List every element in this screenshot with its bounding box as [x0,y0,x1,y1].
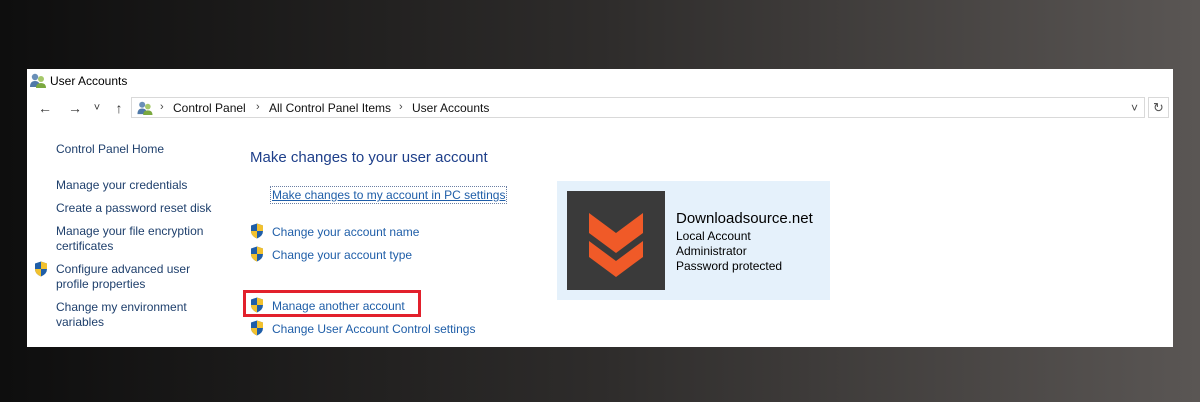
breadcrumb-control-panel[interactable]: Control Panel [173,101,246,115]
sidebar-item-label: Change my environment [56,300,187,314]
sidebar-item-label: variables [56,315,105,329]
back-button[interactable]: ← [36,97,54,119]
up-arrow-icon: ↑ [115,100,123,116]
page-title: Make changes to your user account [250,149,488,166]
uac-shield-icon [251,320,263,336]
forward-button[interactable]: → [66,97,84,119]
sidebar-item-manage-credentials[interactable]: Manage your credentials [56,178,187,193]
sidebar-item-label: profile properties [56,277,146,291]
change-account-type-link[interactable]: Change your account type [272,248,412,263]
breadcrumb-all-items[interactable]: All Control Panel Items [269,101,391,115]
chevron-down-icon: ˅ [93,102,101,114]
title-bar: User Accounts [27,69,1173,93]
window-title: User Accounts [50,74,128,88]
refresh-icon: ↻ [1153,99,1164,115]
uac-settings-link[interactable]: Change User Account Control settings [272,322,475,337]
pc-settings-link[interactable]: Make changes to my account in PC setting… [269,186,508,204]
user-accounts-icon [30,73,46,88]
user-accounts-window: User Accounts ← → ˅ ↑ .nav-btn{top:28px;… [27,69,1173,347]
account-role: Administrator [676,244,747,258]
downloadsource-logo-icon [589,213,643,277]
breadcrumb-separator[interactable]: › [160,101,164,113]
back-arrow-icon: ← [38,100,52,116]
up-button[interactable]: ↑ [110,97,128,119]
uac-shield-icon [35,261,47,277]
account-card: Downloadsource.net Local Account Adminis… [557,181,830,300]
address-dropdown-icon[interactable]: ˅ [1131,101,1138,115]
sidebar-item-control-panel-home[interactable]: Control Panel Home [56,142,164,157]
breadcrumb-separator[interactable]: › [399,101,403,113]
avatar [567,191,665,290]
uac-shield-icon [251,246,263,262]
sidebar-item-label: Configure advanced user [56,262,191,276]
breadcrumb-user-accounts[interactable]: User Accounts [412,101,489,115]
uac-shield-icon [251,223,263,239]
breadcrumb-separator[interactable]: › [256,101,260,113]
forward-arrow-icon: → [68,100,82,116]
account-name: Downloadsource.net [676,210,813,227]
account-type: Local Account [676,229,751,243]
sidebar-item-label: certificates [56,239,114,253]
address-bar[interactable]: › Control Panel › All Control Panel Item… [131,97,1145,118]
highlight-annotation [243,290,421,317]
user-accounts-icon [137,101,153,116]
account-password-status: Password protected [676,259,783,273]
sidebar-item-label: Manage your file encryption [56,224,204,238]
change-account-name-link[interactable]: Change your account name [272,225,419,240]
refresh-button[interactable]: ↻ [1148,97,1169,118]
sidebar-item-password-reset-disk[interactable]: Create a password reset disk [56,201,211,216]
recent-locations-button[interactable]: ˅ [91,97,103,119]
